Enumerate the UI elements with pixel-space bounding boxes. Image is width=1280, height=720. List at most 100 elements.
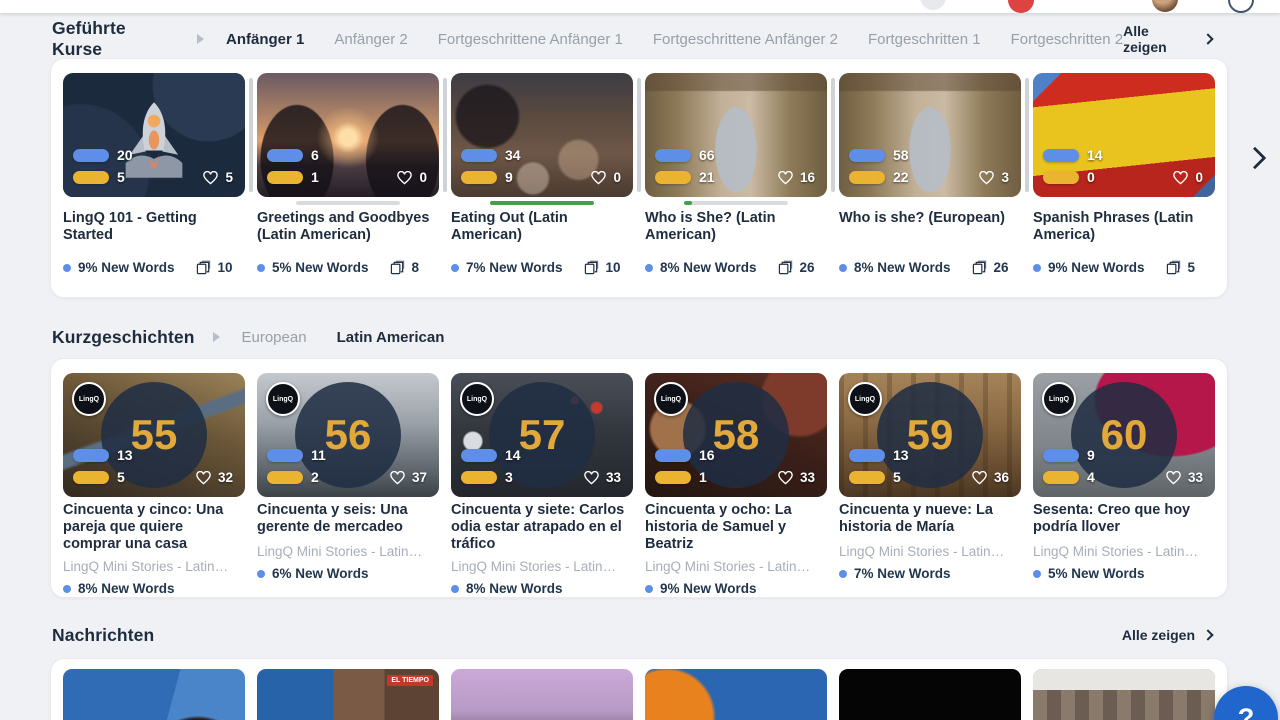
- story-card[interactable]: LingQ 57 14 3 33 Cincuenta y siete: Carl…: [451, 373, 633, 583]
- likes-badge: 33: [1166, 470, 1203, 485]
- rocket-illustration: [117, 98, 191, 182]
- likes-badge: 32: [196, 470, 233, 485]
- course-title: Eating Out (Latin American): [451, 210, 633, 244]
- likes-badge: 33: [584, 470, 621, 485]
- story-card[interactable]: LingQ 60 9 4 33 Sesenta: Creo que hoy po…: [1033, 373, 1215, 583]
- notification-icon[interactable]: [1008, 0, 1034, 13]
- tab-european[interactable]: European: [242, 329, 307, 346]
- lessons-icon: [1166, 260, 1181, 275]
- lingq-logo-badge: LingQ: [460, 382, 494, 416]
- lessons-count: 10: [218, 260, 233, 275]
- tab-anfaenger-2[interactable]: Anfänger 2: [334, 31, 407, 48]
- lingqs-count: 9: [505, 169, 513, 185]
- likes-count: 32: [218, 470, 233, 485]
- guided-courses-header: Geführte Kurse Anfänger 1 Anfänger 2 For…: [52, 24, 1212, 54]
- story-card[interactable]: LingQ 56 11 2 37 Cincuenta y seis: Una g…: [257, 373, 439, 583]
- lessons-count: 26: [994, 260, 1009, 275]
- heart-icon: [778, 171, 793, 185]
- carousel-next-button[interactable]: [1243, 146, 1269, 172]
- likes-count: 16: [800, 170, 815, 185]
- known-words-pill: [849, 149, 885, 162]
- new-words-label: 7% New Words: [854, 566, 951, 581]
- tab-fortgeschrittene-anfaenger-1[interactable]: Fortgeschrittene Anfänger 1: [438, 31, 623, 48]
- course-thumbnail: 14 0 0: [1033, 73, 1215, 197]
- story-course-name: LingQ Mini Stories - Latin…: [839, 544, 1021, 559]
- news-card[interactable]: Esto es lo que más EL TIEMPO: [257, 669, 439, 720]
- news-card[interactable]: M1: [839, 669, 1021, 720]
- course-stats: 9% New Words 10: [63, 260, 233, 275]
- new-words-label: 8% New Words: [78, 581, 175, 596]
- news-source-tag: EL TIEMPO: [387, 675, 433, 686]
- likes-badge: 5: [203, 170, 233, 185]
- show-all-news-button[interactable]: Alle zeigen: [1122, 627, 1212, 643]
- heart-icon: [196, 471, 211, 485]
- news-card[interactable]: [451, 669, 633, 720]
- course-card[interactable]: 58 22 3 Who is she? (European) 8% New Wo…: [839, 73, 1021, 285]
- likes-count: 0: [1195, 170, 1203, 185]
- lessons-icon: [778, 260, 793, 275]
- course-card[interactable]: 14 0 0 Spanish Phrases (Latin America) 9…: [1033, 73, 1215, 285]
- story-title: Cincuenta y seis: Una gerente de mercade…: [257, 502, 439, 538]
- known-words-count: 14: [505, 447, 521, 463]
- story-stats: 7% New Words: [839, 566, 1021, 581]
- lingq-logo-badge: LingQ: [654, 382, 688, 416]
- likes-count: 0: [419, 170, 427, 185]
- known-words-pill: [849, 449, 885, 462]
- tab-latin-american[interactable]: Latin American: [337, 329, 445, 346]
- arrow-right-icon: [213, 332, 220, 342]
- new-words-label: 5% New Words: [272, 260, 369, 275]
- tab-fortgeschritten-1[interactable]: Fortgeschritten 1: [868, 31, 981, 48]
- course-card[interactable]: 66 21 16 Who is She? (Latin American) 8%…: [645, 73, 827, 285]
- news-card[interactable]: as claves: [63, 669, 245, 720]
- story-title: Cincuenta y nueve: La historia de María: [839, 502, 1021, 538]
- story-stats: 9% New Words: [645, 581, 827, 596]
- new-words-label: 8% New Words: [660, 260, 757, 275]
- lingqs-count: 5: [117, 169, 125, 185]
- course-card[interactable]: 34 9 0 Eating Out (Latin American) 7% Ne…: [451, 73, 633, 285]
- story-card[interactable]: LingQ 58 16 1 33 Cincuenta y ocho: La hi…: [645, 373, 827, 583]
- known-words-pill: [73, 449, 109, 462]
- guided-courses-panel: 20 5 5 LingQ 101 - Getting Started 9% Ne…: [50, 58, 1228, 298]
- new-words-dot-icon: [645, 264, 653, 272]
- course-card[interactable]: 20 5 5 LingQ 101 - Getting Started 9% Ne…: [63, 73, 245, 285]
- story-stats: 8% New Words: [451, 581, 633, 596]
- lingqs-pill: [655, 471, 691, 484]
- heart-icon: [778, 471, 793, 485]
- known-words-count: 20: [117, 147, 133, 163]
- likes-count: 0: [613, 170, 621, 185]
- story-thumbnail: LingQ 58 16 1 33: [645, 373, 827, 497]
- course-thumbnail: 66 21 16: [645, 73, 827, 197]
- course-title: Who is She? (Latin American): [645, 210, 827, 244]
- story-course-name: LingQ Mini Stories - Latin…: [645, 559, 827, 574]
- brand-label: LingQ: [273, 396, 293, 403]
- course-card[interactable]: 6 1 0 Greetings and Goodbyes (Latin Amer…: [257, 73, 439, 285]
- story-card[interactable]: LingQ 59 13 5 36 Cincuenta y nueve: La h…: [839, 373, 1021, 583]
- show-all-label: Alle zeigen: [1122, 627, 1195, 643]
- lingqs-pill: [461, 171, 497, 184]
- profile-ring-icon[interactable]: [1228, 0, 1254, 13]
- known-words-pill: [1043, 449, 1079, 462]
- news-card[interactable]: Homenaje: [645, 669, 827, 720]
- section-title-stories: Kurzgeschichten: [52, 327, 195, 348]
- new-words-dot-icon: [257, 570, 265, 578]
- course-progress-bar: [684, 201, 788, 205]
- card-stack-indicator: [831, 78, 835, 192]
- topbar-button-icon[interactable]: [920, 0, 946, 10]
- tab-fortgeschritten-2[interactable]: Fortgeschritten 2: [1011, 31, 1124, 48]
- course-title: Spanish Phrases (Latin America): [1033, 210, 1215, 244]
- news-card[interactable]: [1033, 669, 1215, 720]
- story-thumbnail: LingQ 60 9 4 33: [1033, 373, 1215, 497]
- known-words-pill: [267, 449, 303, 462]
- new-words-dot-icon: [1033, 264, 1041, 272]
- likes-badge: 36: [972, 470, 1009, 485]
- story-card[interactable]: LingQ 55 13 5 32 Cincuenta y cinco: Una …: [63, 373, 245, 583]
- avatar[interactable]: [1152, 0, 1178, 12]
- lessons-count: 26: [800, 260, 815, 275]
- tab-anfaenger-1[interactable]: Anfänger 1: [226, 31, 304, 48]
- tab-fortgeschrittene-anfaenger-2[interactable]: Fortgeschrittene Anfänger 2: [653, 31, 838, 48]
- course-stats: 9% New Words 5: [1033, 260, 1195, 275]
- known-words-count: 13: [117, 447, 133, 463]
- lingqs-count: 5: [893, 469, 901, 485]
- show-all-guided-button[interactable]: Alle zeigen: [1123, 23, 1212, 55]
- arrow-right-icon: [197, 34, 204, 44]
